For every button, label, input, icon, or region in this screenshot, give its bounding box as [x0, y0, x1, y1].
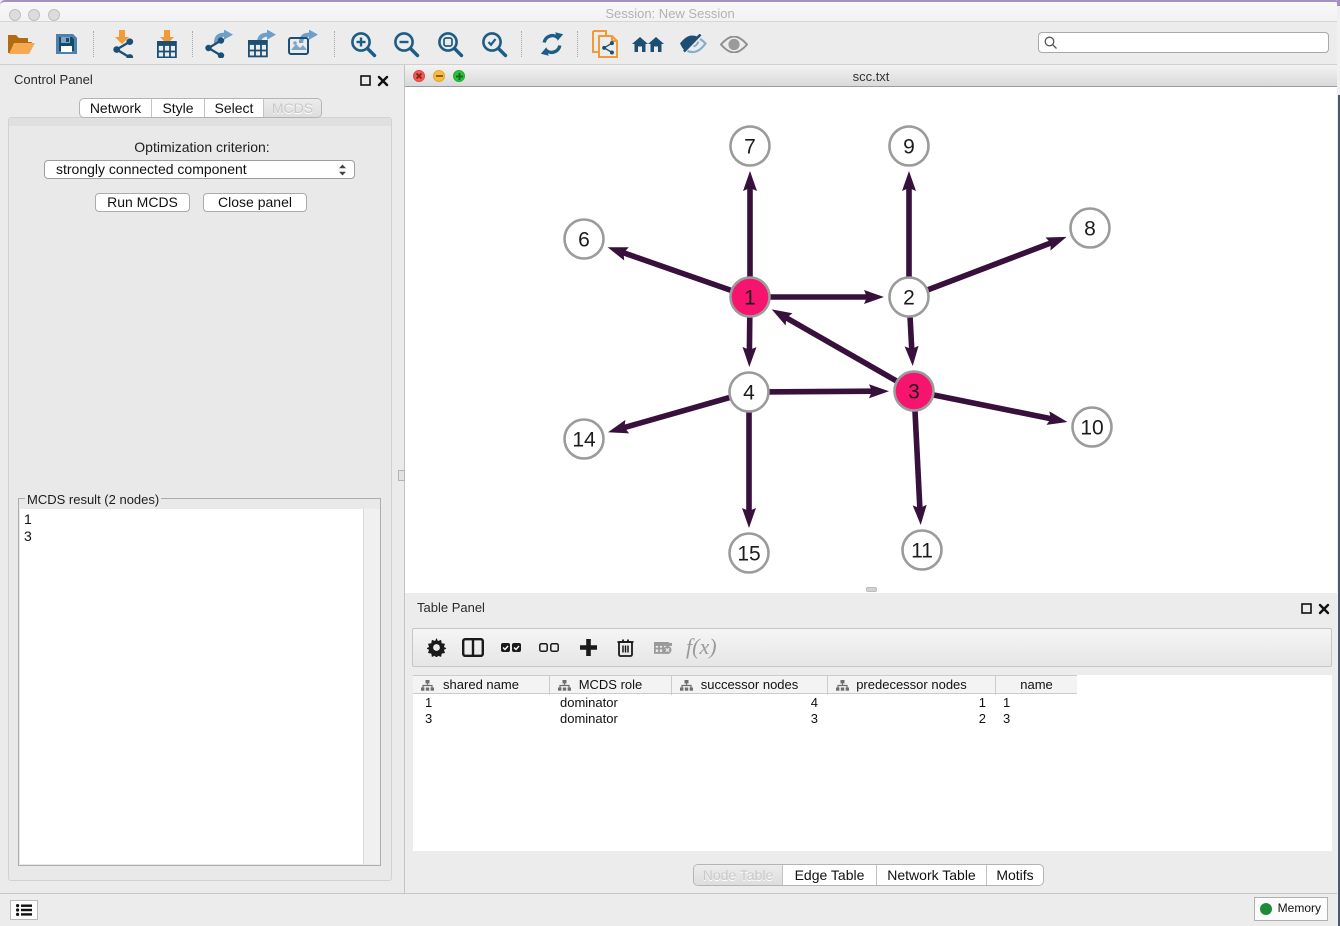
svg-text:3: 3: [908, 381, 920, 404]
svg-text:14: 14: [572, 429, 596, 452]
svg-text:10: 10: [1080, 417, 1103, 440]
svg-text:4: 4: [743, 382, 755, 405]
svg-text:1: 1: [744, 287, 756, 310]
svg-text:2: 2: [903, 287, 915, 310]
svg-text:9: 9: [903, 136, 915, 159]
svg-text:15: 15: [737, 543, 760, 566]
svg-text:11: 11: [911, 540, 933, 563]
svg-text:7: 7: [744, 136, 756, 159]
svg-text:8: 8: [1084, 218, 1096, 241]
svg-text:6: 6: [578, 229, 590, 252]
